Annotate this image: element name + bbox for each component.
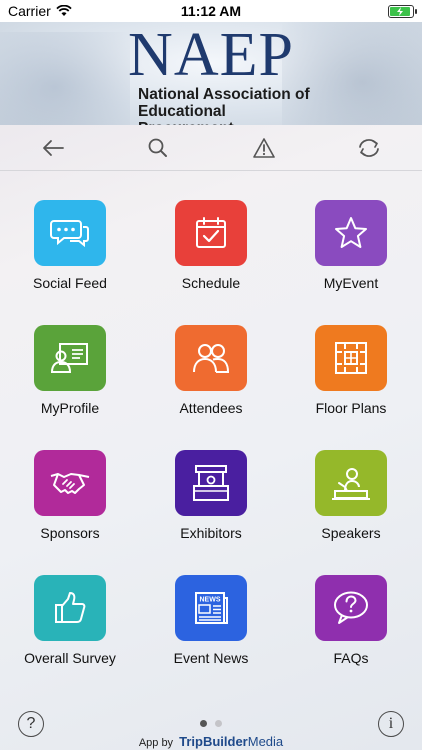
- credit-prefix: App by: [138, 737, 174, 749]
- tile-faqs[interactable]: FAQs: [281, 575, 421, 666]
- tile-social-feed[interactable]: Social Feed: [0, 200, 140, 291]
- tile-icon-bg: [315, 325, 387, 391]
- tile-label: Sponsors: [40, 525, 100, 541]
- tile-overall-survey[interactable]: Overall Survey: [0, 575, 140, 666]
- podium-speaker-icon: [332, 468, 370, 500]
- tile-label: FAQs: [333, 650, 369, 666]
- tile-label: Event News: [173, 650, 249, 666]
- tile-label: Schedule: [181, 275, 241, 291]
- refresh-icon: [359, 138, 380, 157]
- newspaper-icon: NEWS: [195, 592, 228, 624]
- tile-label: Floor Plans: [315, 400, 387, 416]
- tile-label: Speakers: [321, 525, 381, 541]
- tile-attendees[interactable]: Attendees: [141, 325, 281, 416]
- tile-icon-bg: [175, 450, 247, 516]
- alert-button[interactable]: [239, 128, 289, 168]
- logo-subtitle-line1: National Association of: [138, 86, 310, 103]
- tile-event-news[interactable]: NEWS Event News: [141, 575, 281, 666]
- search-button[interactable]: [133, 128, 183, 168]
- warning-icon: [252, 137, 275, 158]
- page-indicator[interactable]: [0, 720, 422, 727]
- tile-label: Attendees: [179, 400, 243, 416]
- logo-subtitle: National Association of Educational Proc…: [138, 86, 318, 125]
- booth-icon: [193, 465, 229, 501]
- tile-icon-bg: [34, 450, 106, 516]
- back-button[interactable]: [28, 128, 78, 168]
- tile-label: Exhibitors: [180, 525, 242, 541]
- page-dot[interactable]: [215, 720, 222, 727]
- battery-level: [390, 6, 410, 16]
- people-icon: [193, 344, 230, 373]
- tile-speakers[interactable]: Speakers: [281, 450, 421, 541]
- handshake-icon: [50, 473, 90, 494]
- tile-label: MyProfile: [40, 400, 100, 416]
- app-credit[interactable]: App by TripBuilderMedia: [0, 734, 422, 749]
- tile-label: Overall Survey: [24, 650, 116, 666]
- id-card-icon: [50, 343, 88, 373]
- wifi-icon: [56, 5, 72, 16]
- tile-label: MyEvent: [323, 275, 379, 291]
- battery-icon: [388, 4, 417, 18]
- star-icon: [335, 217, 367, 248]
- thumbs-up-icon: [55, 592, 86, 623]
- calendar-check-icon: [196, 217, 226, 248]
- credit-brand: TripBuilderMedia: [179, 734, 283, 749]
- refresh-button[interactable]: [344, 128, 394, 168]
- page-dot-active[interactable]: [200, 720, 207, 727]
- arrow-left-icon: [42, 139, 64, 156]
- tile-icon-bg: [34, 200, 106, 266]
- tile-sponsors[interactable]: Sponsors: [0, 450, 140, 541]
- credit-brand-b: Media: [247, 734, 284, 749]
- logo-acronym: NAEP: [128, 22, 294, 89]
- status-right: [388, 4, 417, 18]
- info-icon: i: [388, 715, 394, 732]
- chat-bubbles-icon: [50, 220, 89, 248]
- tile-icon-bg: [175, 325, 247, 391]
- header-banner: NAEP National Association of Educational…: [0, 22, 422, 125]
- tile-icon-bg: NEWS: [175, 575, 247, 641]
- svg-text:NEWS: NEWS: [200, 597, 221, 604]
- tile-icon-bg: [34, 575, 106, 641]
- tile-label: Social Feed: [33, 275, 107, 291]
- tile-icon-bg: [34, 325, 106, 391]
- tile-schedule[interactable]: Schedule: [141, 200, 281, 291]
- tile-exhibitors[interactable]: Exhibitors: [141, 450, 281, 541]
- tile-myevent[interactable]: MyEvent: [281, 200, 421, 291]
- status-bar: Carrier 11:12 AM: [0, 0, 422, 22]
- tile-floor-plans[interactable]: Floor Plans: [281, 325, 421, 416]
- carrier-name: Carrier: [8, 3, 51, 19]
- credit-brand-a: TripBuilder: [179, 734, 248, 749]
- search-icon: [148, 138, 168, 157]
- status-left: Carrier: [8, 3, 72, 19]
- floor-plan-icon: [335, 342, 367, 374]
- charging-bolt-icon: [396, 6, 403, 16]
- tile-icon-bg: [315, 450, 387, 516]
- toolbar: [0, 125, 422, 171]
- tile-myprofile[interactable]: MyProfile: [0, 325, 140, 416]
- logo-subtitle-line2: Educational Procurement: [138, 103, 234, 125]
- question-bubble-icon: [334, 591, 368, 624]
- tile-icon-bg: [315, 575, 387, 641]
- tile-icon-bg: [175, 200, 247, 266]
- tile-icon-bg: [315, 200, 387, 266]
